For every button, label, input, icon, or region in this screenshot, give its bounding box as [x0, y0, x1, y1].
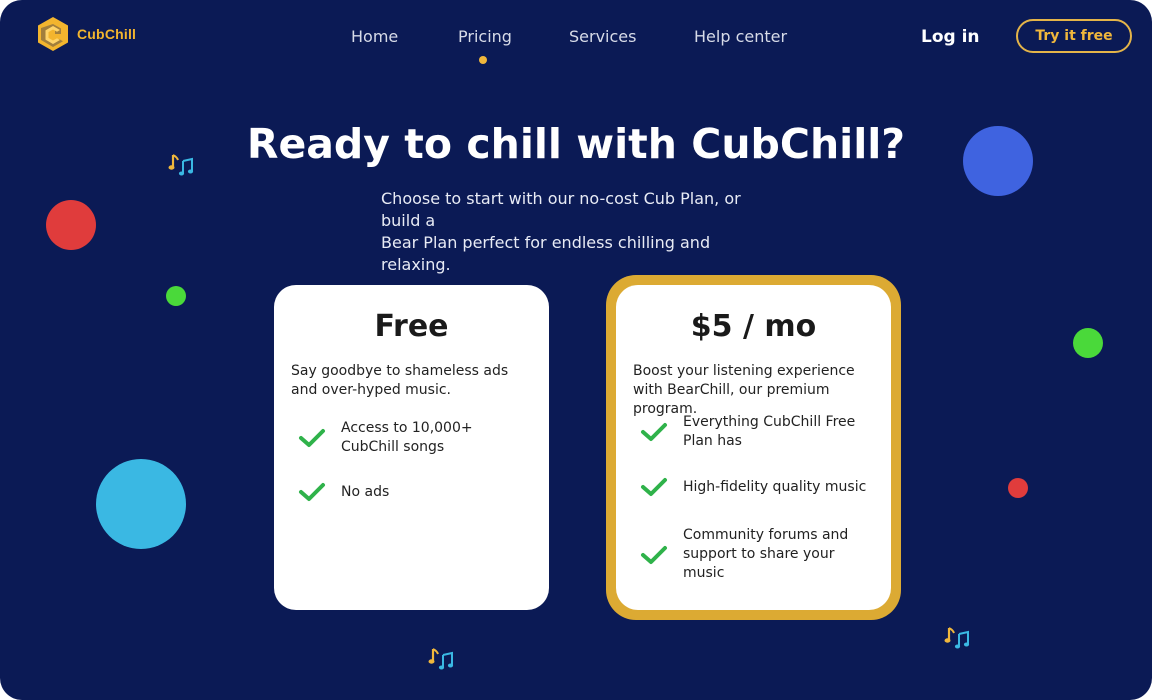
plan-feature: No ads — [298, 480, 531, 504]
music-note-icon — [944, 627, 970, 649]
plan-card-premium[interactable]: $5 / mo Boost your listening experience … — [616, 285, 891, 610]
plan-title: $5 / mo — [690, 309, 817, 344]
login-link[interactable]: Log in — [921, 27, 980, 47]
plan-feature-text: No ads — [341, 483, 390, 500]
plan-feature: Access to 10,000+ CubChill songs — [298, 419, 531, 457]
check-icon — [641, 423, 667, 441]
try-it-free-button[interactable]: Try it free — [1016, 19, 1132, 53]
plan-feature-text: Everything CubChill Free Plan has — [683, 414, 856, 449]
plan-description: Boost your listening experience with Bea… — [633, 363, 855, 417]
plan-feature-text: Access to 10,000+ CubChill songs — [341, 420, 473, 455]
decor-red-circle — [46, 200, 96, 250]
plan-card-free[interactable]: Free Say goodbye to shameless ads and ov… — [274, 285, 549, 610]
plan-feature: Community forums and support to share yo… — [640, 526, 873, 583]
check-icon — [299, 429, 325, 447]
plan-feature: High-fidelity quality music — [640, 475, 873, 499]
nav-home[interactable]: Home — [351, 27, 398, 46]
nav-help-center[interactable]: Help center — [694, 27, 787, 46]
plan-description: Say goodbye to shameless ads and over-hy… — [291, 363, 509, 398]
nav-services[interactable]: Services — [569, 27, 636, 46]
music-note-icon — [428, 648, 454, 670]
decor-blue-circle — [963, 126, 1033, 196]
nav-pricing[interactable]: Pricing — [458, 27, 512, 46]
page-subtitle: Choose to start with our no-cost Cub Pla… — [381, 188, 781, 276]
decor-green-circle — [1073, 328, 1103, 358]
decor-cyan-circle — [96, 459, 186, 549]
check-icon — [641, 478, 667, 496]
plan-title: Free — [374, 309, 449, 344]
check-icon — [299, 483, 325, 501]
music-note-icon — [168, 154, 194, 176]
decor-green-dot — [166, 286, 186, 306]
pricing-page: CubChill Home Pricing Services Help cent… — [0, 0, 1152, 700]
plan-feature-text: High-fidelity quality music — [683, 478, 867, 495]
subtitle-line-2: Bear Plan perfect for endless chilling a… — [381, 233, 711, 274]
plan-feature-text: Community forums and support to share yo… — [683, 527, 849, 581]
subtitle-line-1: Choose to start with our no-cost Cub Pla… — [381, 189, 741, 230]
decor-red-dot — [1008, 478, 1028, 498]
plan-feature: Everything CubChill Free Plan has — [640, 413, 873, 451]
check-icon — [641, 545, 667, 564]
active-nav-indicator — [479, 56, 487, 64]
